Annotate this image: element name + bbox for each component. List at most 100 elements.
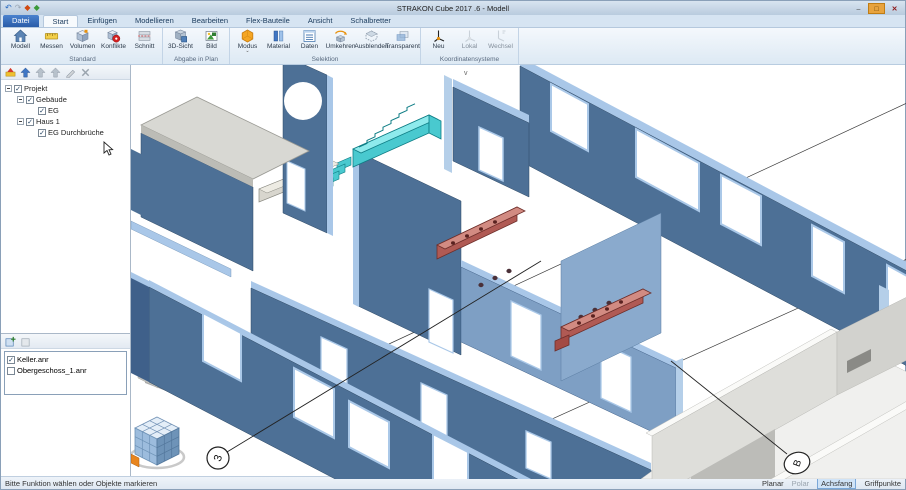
volume-box-icon — [76, 29, 89, 42]
mode-polar[interactable]: Polar — [792, 479, 810, 488]
drawing-options-icon[interactable] — [19, 335, 32, 348]
drawing-item-keller[interactable]: ✓ Keller.anr — [7, 354, 126, 365]
mode-achsfang[interactable]: Achsfang — [817, 477, 857, 489]
left-sidebar: ✓ Projekt ✓ Gebäude ✓ EG ✓ Haus 1 ✓ EG D… — [1, 65, 131, 476]
konflikte-button[interactable]: Konflikte — [98, 28, 129, 50]
tree-node-haus-1[interactable]: ✓ Haus 1 — [5, 116, 130, 127]
status-message: Bitte Funktion wählen oder Objekte marki… — [5, 478, 158, 488]
transparent-button[interactable]: Transparent — [385, 28, 420, 50]
group-label-koordinatensysteme: Koordinatensysteme — [439, 56, 500, 63]
3d-viewport[interactable]: 3 B v — [131, 65, 906, 479]
group-selektion: Modus ⌄ Material Daten Umkehren Ausblend… — [230, 28, 421, 64]
group-koordinatensysteme: Neu Lokal Wechsel Koordinatensysteme — [421, 28, 519, 64]
checkbox-checked-icon[interactable]: ✓ — [38, 128, 46, 137]
wall-post — [444, 75, 452, 173]
ruler-icon — [44, 33, 59, 40]
checkbox-checked-icon[interactable]: ✓ — [26, 95, 34, 104]
modus-button[interactable]: Modus ⌄ — [232, 28, 263, 54]
daten-button[interactable]: Daten — [294, 28, 325, 50]
mouse-cursor — [103, 141, 114, 156]
back-center-wall[interactable] — [444, 75, 530, 198]
left-wall-piece[interactable] — [131, 149, 145, 217]
tree-node-gebaeude[interactable]: ✓ Gebäude — [5, 94, 130, 105]
group-label-abgabe: Abgabe in Plan — [173, 56, 219, 63]
v-axis-marker: v — [464, 70, 468, 77]
drawings-listbox: ✓ Keller.anr Obergeschoss_1.anr — [4, 351, 127, 395]
koordsys-wechsel-button[interactable]: Wechsel — [485, 28, 516, 50]
axes-local-icon — [465, 30, 476, 42]
maximize-button[interactable]: □ — [868, 2, 885, 14]
axes-switch-icon — [497, 30, 506, 42]
model-tree-panel: ✓ Projekt ✓ Gebäude ✓ EG ✓ Haus 1 ✓ EG D… — [1, 65, 130, 334]
tab-datei[interactable]: Datei — [3, 15, 39, 27]
bild-button[interactable]: Bild — [196, 28, 227, 50]
tree-node-eg[interactable]: ✓ EG — [5, 105, 130, 116]
group-abgabe-in-plan: 3D-Sicht Bild Abgabe in Plan — [163, 28, 230, 64]
move-up-blue-icon[interactable] — [19, 66, 32, 79]
material-bars-icon — [273, 30, 284, 42]
drawing-item-obergeschoss[interactable]: Obergeschoss_1.anr — [7, 365, 126, 376]
close-button[interactable]: ✕ — [886, 3, 903, 14]
umkehren-button[interactable]: Umkehren — [325, 28, 356, 50]
3d-sicht-button[interactable]: 3D-Sicht — [165, 28, 196, 50]
drawings-panel: ✓ Keller.anr Obergeschoss_1.anr — [1, 334, 130, 476]
model-house-icon — [13, 29, 28, 42]
delete-x-icon[interactable] — [79, 66, 92, 79]
collapse-icon[interactable] — [5, 85, 12, 92]
tab-ansicht[interactable]: Ansicht — [299, 15, 342, 27]
tab-schalbretter[interactable]: Schalbretter — [341, 15, 399, 27]
tree-node-projekt[interactable]: ✓ Projekt — [5, 83, 130, 94]
messen-button[interactable]: Messen — [36, 28, 67, 50]
tab-flex-bauteile[interactable]: Flex-Bauteile — [237, 15, 299, 27]
schnitt-button[interactable]: Schnitt — [129, 28, 160, 50]
edit-pencil-icon[interactable] — [64, 66, 77, 79]
tab-einfuegen[interactable]: Einfügen — [78, 15, 126, 27]
ribbon: Modell Messen Volumen Konflikte Schnitt — [1, 28, 905, 65]
window-controls: – □ ✕ — [850, 2, 905, 14]
stair-stringer[interactable] — [352, 103, 442, 168]
add-drawing-icon[interactable] — [4, 335, 17, 348]
mode-planar[interactable]: Planar — [762, 479, 784, 488]
checkbox-checked-icon[interactable]: ✓ — [14, 84, 22, 93]
mode-griffpunkte[interactable]: Griffpunkte — [864, 479, 901, 488]
3d-view-icon — [174, 29, 187, 43]
drawings-toolbar — [1, 334, 130, 349]
ausblenden-button[interactable]: Ausblenden — [354, 28, 389, 50]
snap-modes: Planar Polar Achsfang Griffpunkte — [762, 477, 901, 489]
checkbox-checked-icon[interactable]: ✓ — [38, 106, 46, 115]
collapse-icon[interactable] — [17, 96, 24, 103]
tab-modellieren[interactable]: Modellieren — [126, 15, 183, 27]
view-cube-origin-marker — [131, 453, 140, 468]
group-label-selektion: Selektion — [311, 56, 339, 63]
titlebar: ↶ ↷ ◆ ◆ STRAKON Cube 2017 .6 - Modell – … — [1, 1, 905, 15]
transparency-icon — [396, 31, 409, 41]
tree-toolbar — [1, 65, 130, 80]
view-cube[interactable] — [131, 416, 186, 470]
tab-start[interactable]: Start — [42, 15, 79, 27]
hide-icon — [365, 30, 378, 42]
strakon-window: ↶ ↷ ◆ ◆ STRAKON Cube 2017 .6 - Modell – … — [0, 0, 906, 490]
model-tree: ✓ Projekt ✓ Gebäude ✓ EG ✓ Haus 1 ✓ EG D… — [1, 80, 130, 138]
volumen-button[interactable]: Volumen — [67, 28, 98, 50]
tree-structure-icon[interactable] — [4, 66, 17, 79]
minimize-button[interactable]: – — [850, 3, 867, 14]
checkbox-checked-icon[interactable]: ✓ — [7, 355, 15, 364]
koordsys-neu-button[interactable]: Neu — [423, 28, 454, 50]
tree-node-eg-durchbrueche[interactable]: ✓ EG Durchbrüche — [5, 127, 130, 138]
dropdown-caret-icon: ⌄ — [245, 48, 250, 54]
ribbon-tabs: Datei Start Einfügen Modellieren Bearbei… — [1, 15, 905, 28]
data-list-icon — [303, 30, 316, 42]
checkbox-checked-icon[interactable]: ✓ — [26, 117, 34, 126]
image-icon — [205, 31, 218, 41]
collapse-icon[interactable] — [17, 118, 24, 125]
modell-button[interactable]: Modell — [5, 28, 36, 50]
material-button[interactable]: Material — [263, 28, 294, 50]
koordsys-lokal-button[interactable]: Lokal — [454, 28, 485, 50]
move-up-gray2-icon[interactable] — [49, 66, 62, 79]
group-standard: Modell Messen Volumen Konflikte Schnitt — [3, 28, 163, 64]
checkbox-unchecked-icon[interactable] — [7, 366, 15, 375]
tab-bearbeiten[interactable]: Bearbeiten — [183, 15, 237, 27]
move-up-gray-icon[interactable] — [34, 66, 47, 79]
axes-new-icon — [434, 30, 445, 42]
hexagon-mode-icon — [241, 29, 254, 43]
